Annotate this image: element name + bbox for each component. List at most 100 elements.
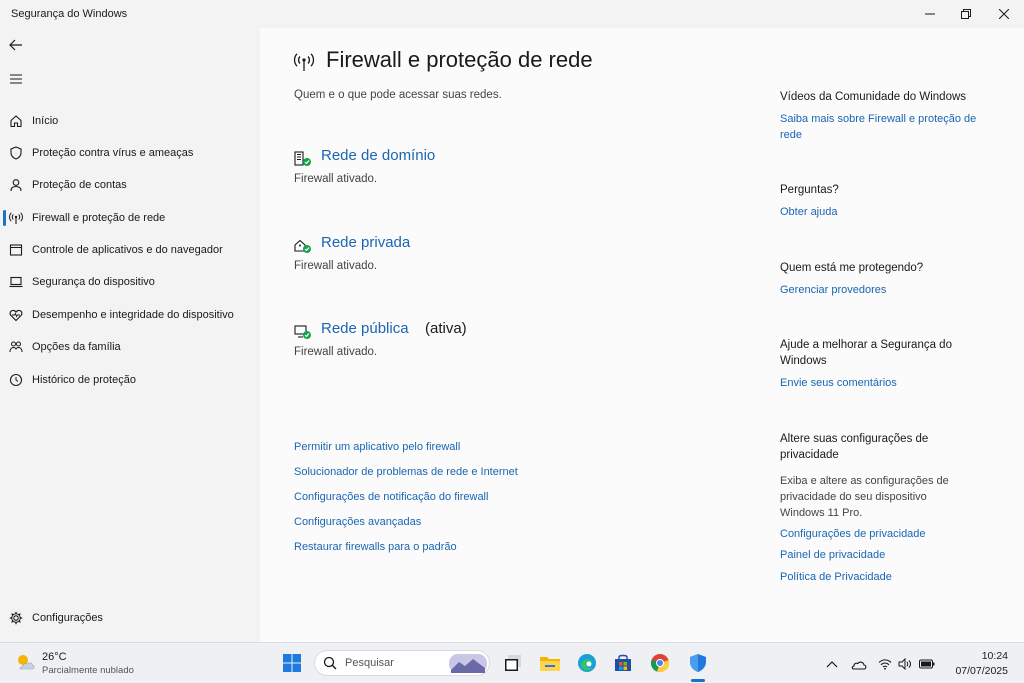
minimize-icon xyxy=(925,13,935,15)
sidebar-item-label: Firewall e proteção de rede xyxy=(32,212,166,224)
taskbar-file-explorer[interactable] xyxy=(538,651,562,675)
hamburger-icon xyxy=(10,74,22,84)
laptop-icon xyxy=(8,274,24,290)
antenna-icon xyxy=(8,210,24,226)
restore-defaults-link[interactable]: Restaurar firewalls para o padrão xyxy=(294,541,457,553)
manage-providers-link[interactable]: Gerenciar provedores xyxy=(780,282,980,298)
home-icon xyxy=(8,113,24,129)
community-videos-heading: Vídeos da Comunidade do Windows xyxy=(780,91,967,103)
sidebar-item-device-performance[interactable]: Desempenho e integridade do dispositivo xyxy=(0,300,260,330)
clock-date[interactable]: 07/07/2025 xyxy=(955,665,1008,677)
sidebar-item-family-options[interactable]: Opções da família xyxy=(0,332,260,362)
chrome-browser-icon xyxy=(650,654,670,673)
taskbar-task-view[interactable] xyxy=(501,651,525,675)
improve-heading: Ajude a melhorar a Segurança do Windows xyxy=(780,339,952,367)
taskbar-windows-security[interactable] xyxy=(686,651,710,675)
speaker-icon xyxy=(898,658,911,670)
privacy-description: Exiba e altere as configurações de priva… xyxy=(780,475,949,519)
sidebar-item-label: Início xyxy=(32,115,59,127)
tray-wifi[interactable] xyxy=(877,656,893,672)
public-network-status: Firewall ativado. xyxy=(294,346,378,358)
sidebar-item-settings[interactable]: Configurações xyxy=(0,603,260,633)
privacy-heading: Altere suas configurações de privacidade xyxy=(780,433,929,461)
window-title: Segurança do Windows xyxy=(11,8,128,20)
send-feedback-link[interactable]: Envie seus comentários xyxy=(780,375,980,391)
restore-button[interactable] xyxy=(946,0,986,28)
tray-volume[interactable] xyxy=(897,656,913,672)
close-button[interactable] xyxy=(984,0,1024,28)
sidebar-item-firewall[interactable]: Firewall e proteção de rede xyxy=(0,203,260,233)
taskbar: 26°C Parcialmente nublado Pesquisar 10:2… xyxy=(0,642,1024,683)
private-network-link[interactable]: Rede privada xyxy=(321,234,410,251)
taskbar-chrome[interactable] xyxy=(648,651,672,675)
close-icon xyxy=(999,9,1009,19)
chevron-up-icon xyxy=(826,661,838,668)
private-network-status: Firewall ativado. xyxy=(294,260,378,272)
weather-temperature[interactable]: 26°C xyxy=(42,651,67,663)
sidebar-item-label: Histórico de proteção xyxy=(32,374,136,386)
settings-label: Configurações xyxy=(32,612,103,624)
sidebar-item-protection-history[interactable]: Histórico de proteção xyxy=(0,365,260,395)
get-help-link[interactable]: Obter ajuda xyxy=(780,204,980,220)
taskbar-store[interactable] xyxy=(611,651,635,675)
who-protects-heading: Quem está me protegendo? xyxy=(780,262,924,274)
edge-browser-icon xyxy=(578,654,596,672)
advanced-settings-link[interactable]: Configurações avançadas xyxy=(294,516,421,528)
privacy-settings-link[interactable]: Configurações de privacidade xyxy=(780,526,980,542)
sidebar-item-label: Controle de aplicativos e do navegador xyxy=(32,244,223,256)
network-troubleshooter-link[interactable]: Solucionador de problemas de rede e Inte… xyxy=(294,466,518,478)
sidebar-item-label: Proteção de contas xyxy=(32,179,127,191)
public-network-link[interactable]: Rede pública xyxy=(321,320,409,337)
search-icon xyxy=(323,656,337,675)
back-arrow-icon xyxy=(9,39,22,51)
weather-partly-cloudy-icon[interactable] xyxy=(14,652,36,677)
sidebar-item-virus-protection[interactable]: Proteção contra vírus e ameaças xyxy=(0,138,260,168)
public-network-icon xyxy=(294,324,312,345)
domain-network-link[interactable]: Rede de domínio xyxy=(321,147,435,164)
sidebar-item-account-protection[interactable]: Proteção de contas xyxy=(0,170,260,200)
domain-network-icon xyxy=(294,151,312,172)
search-placeholder: Pesquisar xyxy=(345,657,394,669)
heart-icon xyxy=(8,307,24,323)
cloud-icon xyxy=(851,661,867,670)
taskbar-edge[interactable] xyxy=(575,651,599,675)
history-icon xyxy=(8,372,24,388)
minimize-button[interactable] xyxy=(910,0,950,28)
app-window-icon xyxy=(8,242,24,258)
privacy-statement-link[interactable]: Política de Privacidade xyxy=(780,569,980,585)
folder-icon xyxy=(540,657,560,671)
sidebar-item-app-browser-control[interactable]: Controle de aplicativos e do navegador xyxy=(0,235,260,265)
firewall-notification-settings-link[interactable]: Configurações de notificação do firewall xyxy=(294,491,488,503)
store-icon xyxy=(615,654,631,671)
domain-network-status: Firewall ativado. xyxy=(294,173,378,185)
back-button[interactable] xyxy=(4,33,28,57)
tray-overflow-button[interactable] xyxy=(824,656,840,672)
privacy-dashboard-link[interactable]: Painel de privacidade xyxy=(780,547,980,563)
sidebar-item-label: Segurança do dispositivo xyxy=(32,276,155,288)
active-network-label: (ativa) xyxy=(425,320,467,337)
tray-battery[interactable] xyxy=(919,656,935,672)
start-button[interactable] xyxy=(280,651,304,675)
family-icon xyxy=(8,339,24,355)
search-highlight-image xyxy=(449,654,487,678)
allow-app-link[interactable]: Permitir um aplicativo pelo firewall xyxy=(294,441,460,453)
sidebar-item-device-security[interactable]: Segurança do dispositivo xyxy=(0,267,260,297)
main-content: Firewall e proteção de rede Quem e o que… xyxy=(260,28,1024,642)
windows-security-shield-icon xyxy=(690,654,706,672)
taskbar-search-box[interactable]: Pesquisar xyxy=(314,650,490,676)
questions-heading: Perguntas? xyxy=(780,184,839,196)
wifi-icon xyxy=(878,659,892,670)
battery-icon xyxy=(919,659,935,669)
page-title: Firewall e proteção de rede xyxy=(326,47,593,72)
clock-time[interactable]: 10:24 xyxy=(982,650,1008,662)
weather-description[interactable]: Parcialmente nublado xyxy=(42,665,134,676)
sidebar-item-inicio[interactable]: Início xyxy=(0,106,260,136)
antenna-icon xyxy=(293,52,315,77)
community-videos-link[interactable]: Saiba mais sobre Firewall e proteção de … xyxy=(780,111,980,143)
sidebar-item-label: Opções da família xyxy=(32,341,121,353)
tray-onedrive[interactable] xyxy=(851,656,867,672)
menu-button[interactable] xyxy=(4,67,28,91)
windows-start-icon xyxy=(283,654,301,672)
gear-icon xyxy=(8,610,24,626)
restore-icon xyxy=(961,9,971,19)
